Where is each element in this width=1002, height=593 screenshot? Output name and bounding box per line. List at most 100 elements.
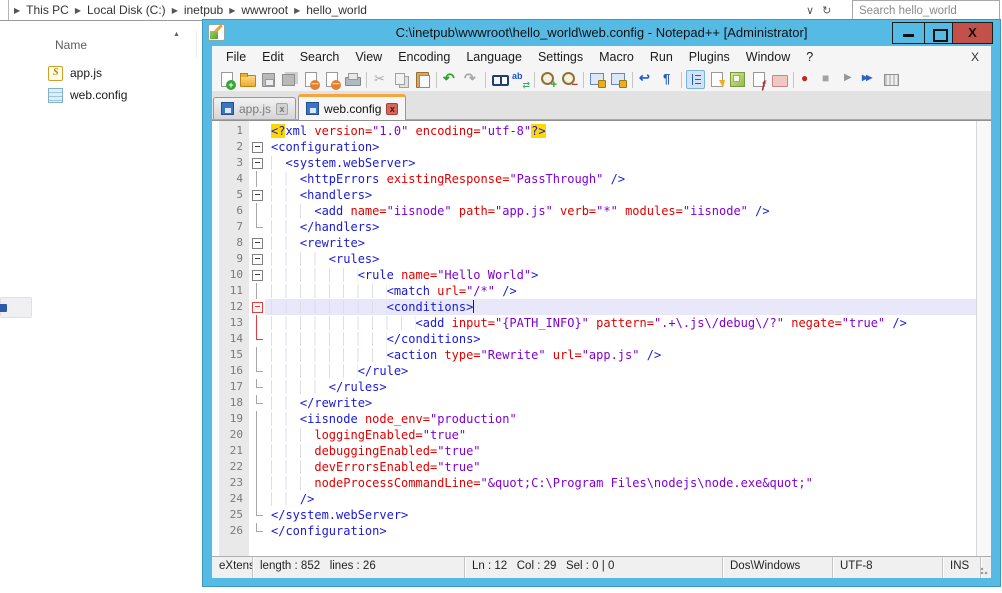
- address-bar: ▶This PC▶Local Disk (C:)▶inetpub▶wwwroot…: [0, 0, 848, 21]
- menu-settings[interactable]: Settings: [530, 48, 591, 66]
- macro-run-multiple-icon[interactable]: [861, 70, 880, 89]
- toolbar: [212, 68, 991, 92]
- line-number: 11: [212, 283, 249, 299]
- find-icon[interactable]: [490, 70, 509, 89]
- close-button[interactable]: [952, 22, 993, 44]
- menu-encoding[interactable]: Encoding: [390, 48, 458, 66]
- status-cursor-position: Ln : 12 Col : 29 Sel : 0 | 0: [465, 557, 723, 578]
- cut-icon[interactable]: [371, 70, 390, 89]
- notepad-plus-plus-window: C:\inetpub\wwwroot\hello_world\web.confi…: [203, 20, 1000, 586]
- menu-window[interactable]: Window: [738, 48, 798, 66]
- resize-grip[interactable]: [981, 557, 991, 578]
- menu-plugins[interactable]: Plugins: [681, 48, 738, 66]
- breadcrumb-item-inetpub[interactable]: inetpub: [180, 3, 227, 17]
- tab-web-config[interactable]: web.configx: [298, 94, 406, 120]
- fold-collapse-icon[interactable]: [249, 139, 265, 155]
- macro-stop-icon[interactable]: [819, 70, 838, 89]
- save-icon[interactable]: [259, 70, 278, 89]
- toolbar-separator: [534, 72, 535, 88]
- document-close-x[interactable]: X: [971, 50, 985, 64]
- menu-search[interactable]: Search: [292, 48, 348, 66]
- replace-icon[interactable]: [511, 70, 530, 89]
- close-icon[interactable]: [301, 70, 320, 89]
- redo-icon[interactable]: [462, 70, 481, 89]
- editor-line: 18 </rewrite>: [212, 395, 976, 411]
- search-input[interactable]: [853, 2, 999, 21]
- status-length-lines: length : 852 lines : 26: [253, 557, 465, 578]
- fold-margin: [249, 123, 265, 139]
- sort-ascending-icon[interactable]: ▲: [173, 31, 180, 38]
- toolbar-separator: [366, 72, 367, 88]
- tab-app-js[interactable]: app.jsx: [213, 97, 296, 119]
- sync-vertical-icon[interactable]: [588, 70, 607, 89]
- tab-close-icon[interactable]: x: [276, 103, 288, 115]
- toolbar-separator: [436, 72, 437, 88]
- refresh-icon[interactable]: ↻: [822, 4, 831, 17]
- folder-as-workspace-icon[interactable]: [770, 70, 789, 89]
- menu-edit[interactable]: Edit: [254, 48, 292, 66]
- code-text: </system.webServer>: [271, 507, 976, 523]
- breadcrumb-item-hello-world[interactable]: hello_world: [302, 3, 371, 17]
- address-dropdown-icon[interactable]: ∨: [806, 4, 814, 17]
- fold-collapse-icon[interactable]: [249, 299, 265, 315]
- name-column-header[interactable]: Name: [55, 38, 87, 52]
- zoom-in-icon[interactable]: [539, 70, 558, 89]
- define-language-icon[interactable]: [707, 70, 726, 89]
- paste-icon[interactable]: [413, 70, 432, 89]
- macro-save-icon[interactable]: [882, 70, 901, 89]
- macro-play-icon[interactable]: [840, 70, 859, 89]
- editor-line: 6 <add name="iisnode" path="app.js" verb…: [212, 203, 976, 219]
- code-editor[interactable]: 1<?xml version="1.0" encoding="utf-8"?>2…: [212, 120, 991, 556]
- title-bar[interactable]: C:\inetpub\wwwroot\hello_world\web.confi…: [203, 20, 1000, 46]
- breadcrumb-item-this-pc[interactable]: This PC: [22, 3, 73, 17]
- indent-guide-icon[interactable]: [686, 70, 705, 89]
- menu-file[interactable]: File: [218, 48, 254, 66]
- print-icon[interactable]: [343, 70, 362, 89]
- fold-collapse-icon[interactable]: [249, 235, 265, 251]
- editor-line: 26</configuration>: [212, 523, 976, 539]
- vertical-scrollbar[interactable]: [976, 121, 991, 556]
- fold-collapse-icon[interactable]: [249, 187, 265, 203]
- file-row[interactable]: web.config: [48, 84, 198, 106]
- line-number: 23: [212, 475, 249, 491]
- maximize-button[interactable]: [924, 22, 953, 44]
- minimize-button[interactable]: [892, 22, 925, 44]
- menu-run[interactable]: Run: [642, 48, 681, 66]
- menu-view[interactable]: View: [347, 48, 390, 66]
- fold-collapse-icon[interactable]: [249, 267, 265, 283]
- editor-line: 24 />: [212, 491, 976, 507]
- open-file-icon[interactable]: [238, 70, 257, 89]
- tab-close-icon[interactable]: x: [386, 103, 398, 115]
- code-text: <add input="{PATH_INFO}" pattern=".+\.js…: [271, 315, 976, 331]
- toolbar-separator: [681, 72, 682, 88]
- code-text: </rules>: [271, 379, 976, 395]
- breadcrumb-item-local-disk-c-[interactable]: Local Disk (C:): [83, 3, 170, 17]
- menu-macro[interactable]: Macro: [591, 48, 642, 66]
- breadcrumb-item-wwwroot[interactable]: wwwroot: [237, 3, 292, 17]
- fold-collapse-icon[interactable]: [249, 155, 265, 171]
- macro-record-icon[interactable]: [798, 70, 817, 89]
- line-number: 6: [212, 203, 249, 219]
- copy-icon[interactable]: [392, 70, 411, 89]
- close-all-icon[interactable]: [322, 70, 341, 89]
- menu-language[interactable]: Language: [458, 48, 530, 66]
- code-text: <match url="/*" />: [271, 283, 976, 299]
- editor-line: 4 <httpErrors existingResponse="PassThro…: [212, 171, 976, 187]
- document-map-icon[interactable]: [728, 70, 747, 89]
- menu-help[interactable]: ?: [798, 48, 821, 66]
- nav-pane-selected-item[interactable]: [0, 297, 32, 318]
- fold-collapse-icon[interactable]: [249, 251, 265, 267]
- editor-line: 25</system.webServer>: [212, 507, 976, 523]
- sync-horizontal-icon[interactable]: [609, 70, 628, 89]
- show-all-characters-icon[interactable]: [658, 70, 677, 89]
- new-file-icon[interactable]: [217, 70, 236, 89]
- undo-icon[interactable]: [441, 70, 460, 89]
- fold-margin: [249, 395, 265, 411]
- save-all-icon[interactable]: [280, 70, 299, 89]
- word-wrap-icon[interactable]: [637, 70, 656, 89]
- file-row[interactable]: app.js: [48, 62, 198, 84]
- status-insert-mode: INS: [943, 557, 981, 578]
- zoom-out-icon[interactable]: [560, 70, 579, 89]
- function-list-icon[interactable]: [749, 70, 768, 89]
- js-file-icon: [48, 66, 63, 81]
